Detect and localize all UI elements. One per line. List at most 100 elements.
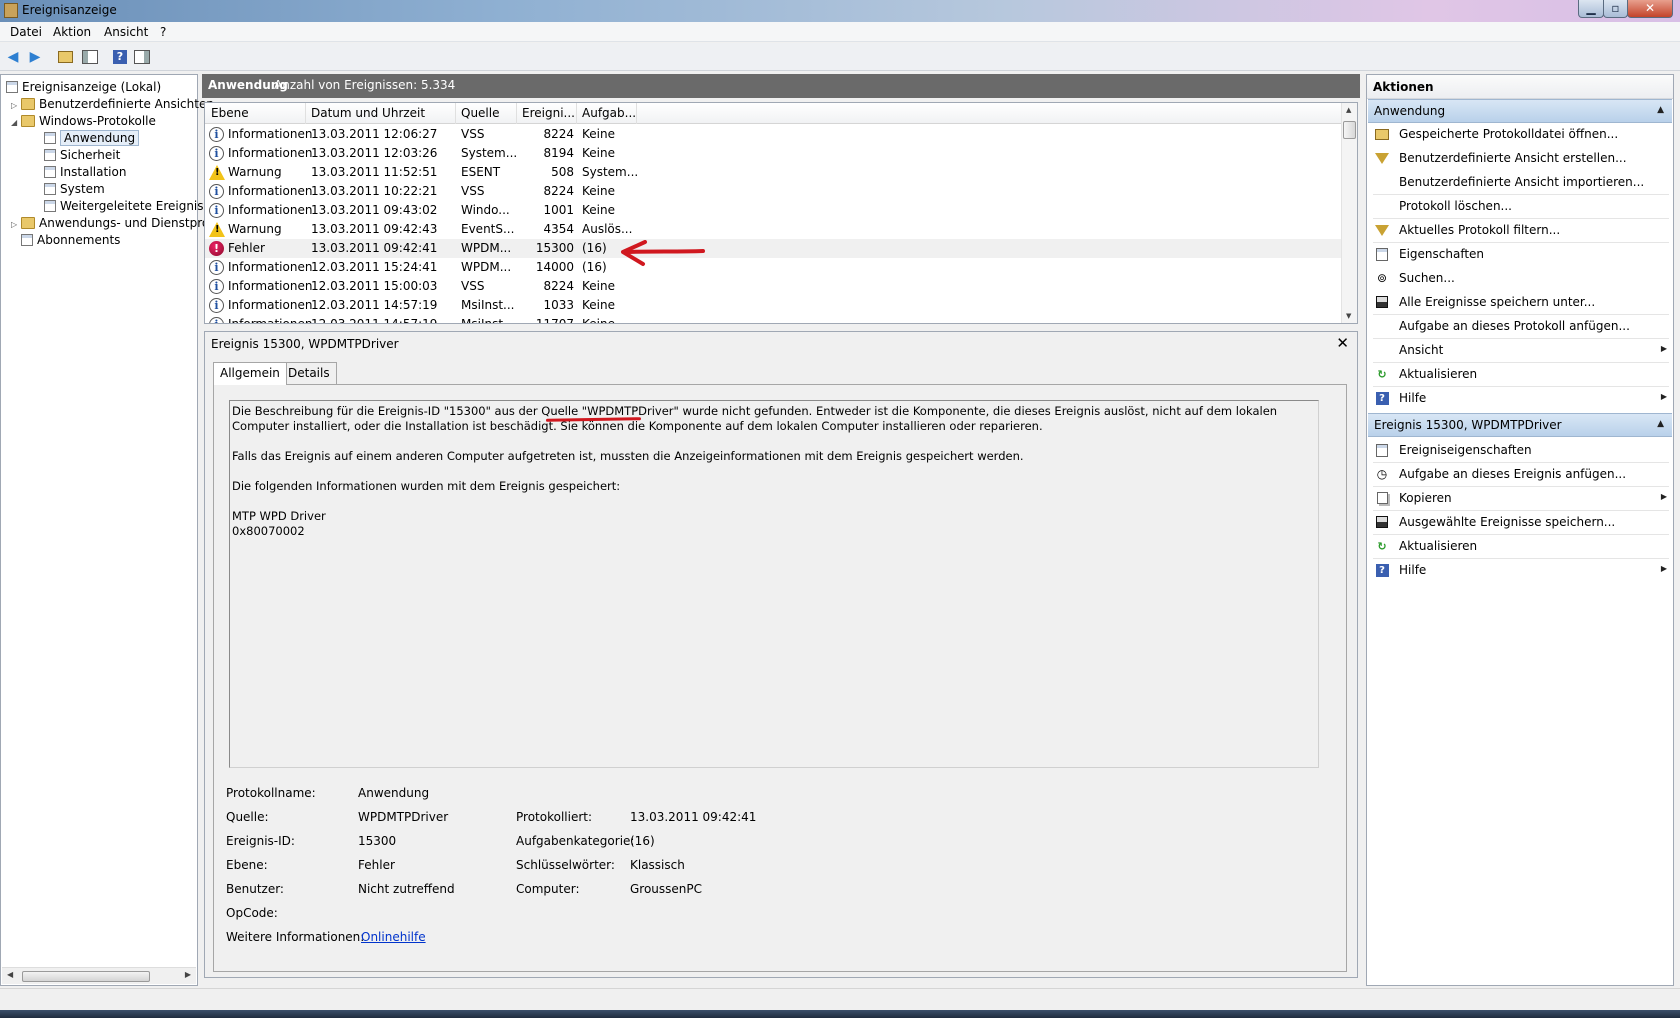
cell-date: 13.03.2011 10:22:21: [311, 184, 438, 198]
table-row[interactable]: i Informationen12.03.2011 14:57:19 MsiInst…: [205, 315, 1342, 324]
log-icon: [44, 200, 56, 212]
forward-icon[interactable]: ▶: [26, 48, 44, 66]
tab-allgemein[interactable]: Allgemein: [213, 362, 287, 385]
tree-horizontal-scrollbar[interactable]: ◀ ▶: [2, 967, 196, 984]
tree-item-root[interactable]: Ereignisanzeige (Lokal): [6, 78, 161, 96]
scroll-up-icon[interactable]: ▲: [1346, 106, 1351, 114]
table-row[interactable]: i Informationen12.03.2011 14:57:19 MsiInst…: [205, 296, 1342, 315]
scroll-right-icon[interactable]: ▶: [185, 970, 191, 979]
up-folder-icon[interactable]: [56, 48, 74, 66]
description-paragraph: Die folgenden Informationen wurden mit d…: [232, 479, 621, 493]
event-list-scrollbar[interactable]: ▲ ▼: [1341, 103, 1357, 323]
close-button[interactable]: ✕: [1627, 0, 1673, 18]
table-row[interactable]: i Informationen 13.03.2011 12:06:27 VSS 8224…: [205, 125, 1342, 144]
event-description[interactable]: Die Beschreibung für die Ereignis-ID "15…: [229, 400, 1319, 768]
actions-section-event[interactable]: Ereignis 15300, WPDMTPDriver ▲: [1368, 413, 1672, 437]
folder-icon: [21, 115, 35, 127]
action-suchen[interactable]: ⊚ Suchen...: [1367, 267, 1673, 289]
tree-item-custom-views[interactable]: ▷ Benutzerdefinierte Ansichten: [11, 95, 214, 113]
cell-id: 11707: [535, 317, 574, 324]
menu-ansicht[interactable]: Ansicht: [104, 25, 148, 39]
tree-item-subscriptions[interactable]: Abonnements: [21, 231, 120, 249]
eventid-label: Ereignis-ID:: [226, 834, 295, 848]
action-hilfe[interactable]: ? Hilfe ▶: [1367, 387, 1673, 409]
column-header-source[interactable]: Quelle: [461, 106, 499, 120]
cell-id: 8224: [543, 127, 574, 141]
show-tree-icon[interactable]: [81, 48, 99, 66]
action-hilfe[interactable]: ? Hilfe ▶: [1367, 559, 1673, 581]
collapse-icon[interactable]: ▲: [1657, 419, 1664, 429]
online-help-link[interactable]: Onlinehilfe: [361, 930, 426, 944]
tree-item-windows-logs[interactable]: ◢ Windows-Protokolle: [11, 112, 156, 130]
action-ereigniseigenschaften[interactable]: Ereigniseigenschaften: [1367, 439, 1673, 461]
collapse-icon[interactable]: ◢: [11, 114, 21, 132]
action-label: Suchen...: [1399, 271, 1455, 285]
event-detail-pane: Ereignis 15300, WPDMTPDriver ✕ Allgemein…: [204, 331, 1358, 978]
action-aktualisieren[interactable]: ↻ Aktualisieren: [1367, 363, 1673, 385]
actions-section-anwendung[interactable]: Anwendung ▲: [1368, 99, 1672, 123]
scroll-left-icon[interactable]: ◀: [7, 970, 13, 979]
cell-date: 12.03.2011 14:57:19: [311, 317, 438, 324]
table-row[interactable]: i Informationen 12.03.2011 15:24:41 WPDM...…: [205, 258, 1342, 277]
menu-help[interactable]: ?: [160, 25, 166, 39]
back-icon[interactable]: ◀: [4, 48, 22, 66]
maximize-button[interactable]: ▫: [1603, 0, 1628, 18]
table-row[interactable]: i Informationen 13.03.2011 10:22:21 VSS 8224…: [205, 182, 1342, 201]
action-benutzerdefinierte-ansicht-importieren[interactable]: Benutzerdefinierte Ansicht importieren..…: [1367, 171, 1673, 193]
action-label: Ereigniseigenschaften: [1399, 443, 1532, 457]
column-header-eventid[interactable]: Ereigni...: [522, 106, 575, 120]
tree-item-anwendung[interactable]: Anwendung: [44, 129, 140, 147]
scroll-thumb[interactable]: [1343, 121, 1356, 139]
action-label: Benutzerdefinierte Ansicht importieren..…: [1399, 175, 1645, 189]
action-benutzerdefinierte-ansicht-erstellen[interactable]: Benutzerdefinierte Ansicht erstellen...: [1367, 147, 1673, 169]
folder-icon: [21, 217, 35, 229]
action-aufgabe-an-dieses-ereignis-anfügen[interactable]: ◷ Aufgabe an dieses Ereignis anfügen...: [1367, 463, 1673, 485]
folder-icon: [21, 98, 35, 110]
show-actions-icon[interactable]: [133, 48, 151, 66]
cell-level: Informationen: [228, 184, 313, 198]
action-eigenschaften[interactable]: Eigenschaften: [1367, 243, 1673, 265]
action-kopieren[interactable]: Kopieren ▶: [1367, 487, 1673, 509]
cell-source: VSS: [461, 279, 485, 293]
action-aktuelles-protokoll-filtern[interactable]: Aktuelles Protokoll filtern...: [1367, 219, 1673, 241]
cell-source: VSS: [461, 127, 485, 141]
menu-datei[interactable]: Datei: [10, 25, 42, 39]
action-alle-ereignisse-speichern-unter[interactable]: Alle Ereignisse speichern unter...: [1367, 291, 1673, 313]
close-icon[interactable]: ✕: [1336, 334, 1349, 352]
column-header-date[interactable]: Datum und Uhrzeit: [311, 106, 425, 120]
minimize-button[interactable]: ▁: [1578, 0, 1604, 18]
submenu-arrow-icon: ▶: [1660, 392, 1667, 401]
cell-source: ESENT: [461, 165, 501, 179]
action-aktualisieren[interactable]: ↻ Aktualisieren: [1367, 535, 1673, 557]
action-ansicht[interactable]: Ansicht ▶: [1367, 339, 1673, 361]
cell-source: MsiInst...: [461, 298, 515, 312]
cell-id: 508: [551, 165, 574, 179]
action-protokoll-löschen[interactable]: Protokoll löschen...: [1367, 195, 1673, 217]
tree-item-installation[interactable]: Installation: [44, 163, 126, 181]
tree-item-forwarded[interactable]: Weitergeleitete Ereignisse: [44, 197, 217, 215]
column-header-level[interactable]: Ebene: [211, 106, 249, 120]
table-row[interactable]: i Informationen 12.03.2011 15:00:03 VSS 8224…: [205, 277, 1342, 296]
expand-icon[interactable]: ▷: [11, 216, 21, 234]
collapse-icon[interactable]: ▲: [1657, 105, 1664, 115]
cell-source: MsiInst...: [461, 317, 515, 324]
table-row[interactable]: Warnung 13.03.2011 09:42:43 EventS... 4354 A…: [205, 220, 1342, 239]
scroll-down-icon[interactable]: ▼: [1346, 312, 1351, 320]
scroll-thumb[interactable]: [22, 971, 150, 982]
help-icon[interactable]: ?: [111, 48, 129, 66]
table-row[interactable]: ! Fehler 13.03.2011 09:42:41 WPDM... 15300 (1…: [205, 239, 1342, 258]
cell-id: 8224: [543, 279, 574, 293]
action-gespeicherte-protokolldatei-öffnen[interactable]: Gespeicherte Protokolldatei öffnen...: [1367, 123, 1673, 145]
table-row[interactable]: Warnung 13.03.2011 11:52:51 ESENT 508 System…: [205, 163, 1342, 182]
tab-details[interactable]: Details: [281, 362, 337, 384]
table-row[interactable]: i Informationen 13.03.2011 12:03:26 System.…: [205, 144, 1342, 163]
menu-aktion[interactable]: Aktion: [53, 25, 91, 39]
tree-item-system[interactable]: System: [44, 180, 105, 198]
action-aufgabe-an-dieses-protokoll-anfügen[interactable]: Aufgabe an dieses Protokoll anfügen...: [1367, 315, 1673, 337]
action-ausgewählte-ereignisse-speichern[interactable]: Ausgewählte Ereignisse speichern...: [1367, 511, 1673, 533]
column-header-task[interactable]: Aufgab...: [582, 106, 636, 120]
table-row[interactable]: i Informationen 13.03.2011 09:43:02 Windo..…: [205, 201, 1342, 220]
tree-item-sicherheit[interactable]: Sicherheit: [44, 146, 120, 164]
cell-task: Keine: [582, 203, 615, 217]
navigation-tree: Ereignisanzeige (Lokal) ▷ Benutzerdefinie…: [0, 74, 249, 986]
